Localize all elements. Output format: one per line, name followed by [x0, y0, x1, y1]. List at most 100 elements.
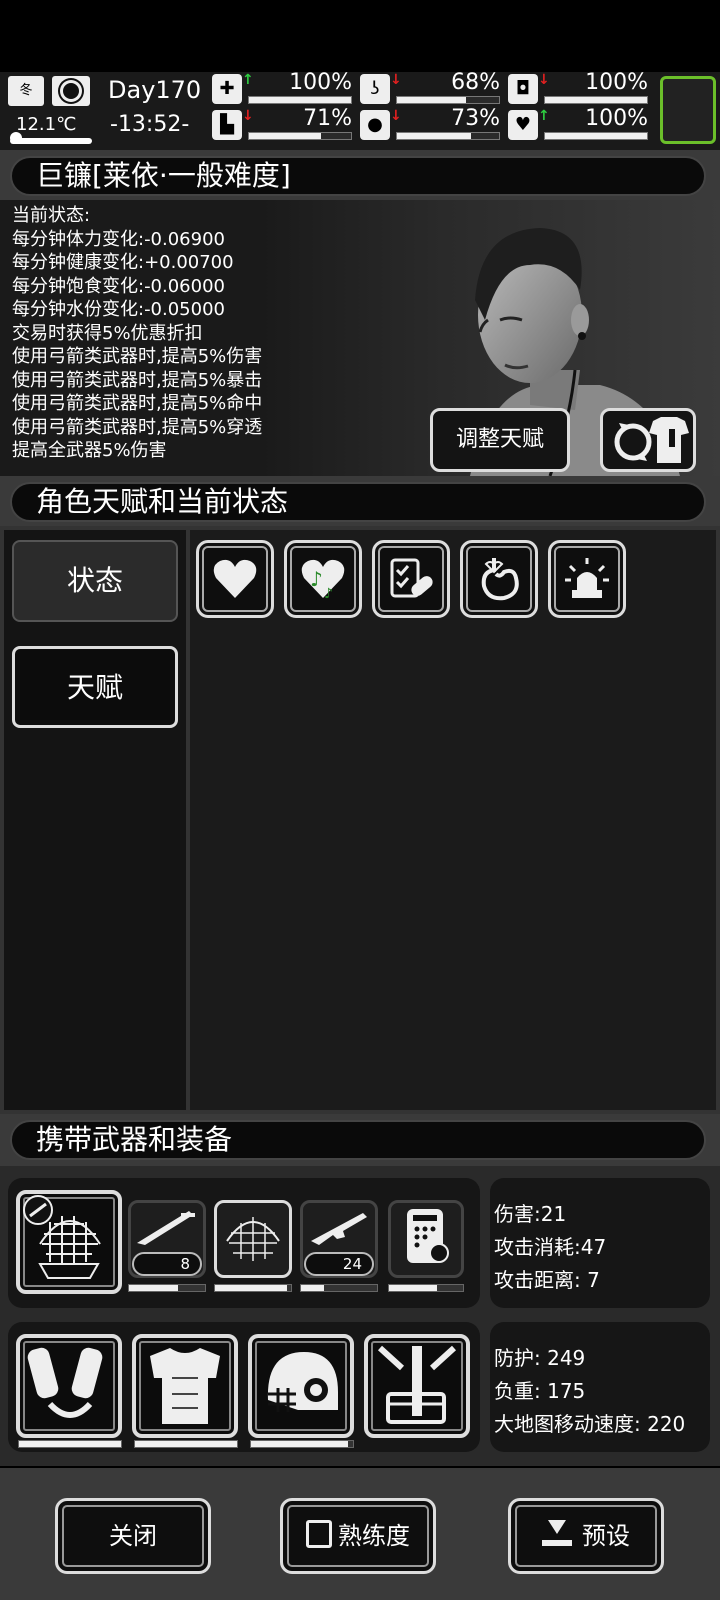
armor-stat-defense: 防护: 249	[494, 1346, 586, 1370]
proficiency-label: 熟练度	[338, 1522, 410, 1550]
rifle-durability-bar	[300, 1284, 378, 1292]
weather-box: 冬 12.1℃	[8, 76, 92, 144]
gadget-durability-bar	[388, 1284, 464, 1292]
preset-button[interactable]: 预设	[508, 1498, 664, 1574]
shotgun-durability-bar	[128, 1284, 206, 1292]
net-durability-bar	[214, 1284, 292, 1292]
badge-icon	[306, 1520, 332, 1548]
net-icon	[226, 1217, 280, 1261]
utility-slot[interactable]	[364, 1334, 470, 1438]
trend-down-icon: ↓	[390, 72, 402, 88]
change-outfit-button[interactable]	[600, 408, 696, 472]
rifle-ammo-count: 24	[304, 1252, 374, 1276]
tab-column: 状态 天赋	[4, 530, 186, 1110]
gadget-slot[interactable]	[388, 1200, 464, 1278]
armor-stats: 防护: 249 负重: 175 大地图移动速度: 220	[490, 1322, 710, 1452]
alert-status-button[interactable]	[548, 540, 626, 618]
trend-down-icon: ↓	[242, 108, 254, 124]
mood-status-button[interactable]: ♪ ♪	[284, 540, 362, 618]
assault-rifle-icon	[311, 1213, 367, 1245]
status-line: 每分钟水份变化:-0.05000	[12, 299, 225, 320]
equipment-title: 携带武器和装备	[10, 1120, 706, 1160]
character-status-list: 当前状态: 每分钟体力变化:-0.06900 每分钟健康变化:+0.00700 …	[12, 204, 262, 463]
digestion-status-button[interactable]	[460, 540, 538, 618]
proficiency-button[interactable]: 熟练度	[280, 1498, 436, 1574]
weapon-slot-net[interactable]	[214, 1200, 292, 1278]
tab-status[interactable]: 状态	[12, 540, 178, 622]
preset-label: 预设	[582, 1522, 630, 1550]
status-line: 每分钟体力变化:-0.06900	[12, 228, 225, 250]
quick-item-slot[interactable]	[660, 76, 716, 144]
health-value: 100%	[289, 70, 352, 95]
day-counter: Day170	[108, 76, 202, 104]
medicine-value: 100%	[585, 70, 648, 95]
mood-meter: ♥ ↑ 100%	[508, 106, 648, 142]
primary-weapon-slot[interactable]	[16, 1190, 122, 1294]
arm-guard-slot[interactable]	[16, 1334, 122, 1438]
season-icon: 冬	[8, 76, 44, 106]
medicine-status-button[interactable]	[372, 540, 450, 618]
stamina-meter: ▙ ↓ 71%	[212, 106, 352, 142]
hunger-value: 68%	[451, 70, 500, 95]
trend-up-icon: ↑	[242, 72, 254, 88]
footer-bar: 关闭 熟练度 预设	[0, 1468, 720, 1600]
status-line: 当前状态:	[12, 205, 91, 226]
status-panel: 状态 天赋 ♪ ♪	[0, 526, 720, 1114]
body-armor-icon	[150, 1348, 220, 1424]
net-launcher-icon	[23, 1195, 101, 1279]
outfit-swap-icon	[614, 417, 689, 463]
boot-icon: ▙	[212, 110, 242, 140]
tool-rack-icon	[377, 1345, 457, 1424]
system-status-bar-area	[0, 0, 720, 72]
pill-icon: ◘	[508, 74, 538, 104]
status-line: 使用弓箭类武器时,提高5%命中	[12, 393, 263, 414]
clipboard-pill-icon	[390, 558, 433, 598]
status-line: 使用弓箭类武器时,提高5%伤害	[12, 346, 263, 367]
weapon-slots: 8 24	[8, 1178, 480, 1308]
armor-slots	[8, 1322, 480, 1452]
water-meter: ● ↓ 73%	[360, 106, 500, 142]
temperature: 12.1℃	[16, 114, 77, 135]
weapon-stat-cost: 攻击消耗:47	[494, 1235, 607, 1259]
armor-stat-load: 负重: 175	[494, 1379, 586, 1403]
remote-control-icon	[407, 1209, 449, 1263]
shotgun-icon	[137, 1211, 195, 1245]
hunger-meter: ʖ ↓ 68%	[360, 70, 500, 106]
download-box-icon	[542, 1520, 572, 1546]
heart-icon: ♥	[508, 110, 538, 140]
stamina-value: 71%	[303, 106, 352, 131]
survival-hud: 冬 12.1℃ Day170 -13:52- ✚ ↑ 100% ʖ ↓ 68% …	[0, 70, 720, 150]
status-effects-area: ♪ ♪	[190, 530, 716, 1110]
svg-text:♪: ♪	[324, 586, 333, 602]
close-button[interactable]: 关闭	[55, 1498, 211, 1574]
body-armor-slot[interactable]	[132, 1334, 238, 1438]
heart-icon	[213, 559, 257, 598]
status-line: 交易时获得5%优惠折扣	[12, 322, 203, 344]
adjust-talent-button[interactable]: 调整天赋	[430, 408, 570, 472]
status-line: 每分钟饱食变化:-0.06000	[12, 275, 225, 297]
status-line: 提高全武器5%伤害	[12, 440, 167, 461]
music-heart-icon: ♪ ♪	[301, 559, 345, 602]
equipment-panel: 8 24 伤害:21 攻击消耗:47 攻击距离: 7 防护: 249 负重: 1…	[0, 1166, 720, 1466]
tab-talent[interactable]: 天赋	[12, 646, 178, 728]
status-section-title: 角色天赋和当前状态	[10, 482, 706, 522]
water-drop-icon: ●	[360, 110, 390, 140]
helmet-slot[interactable]	[248, 1334, 354, 1438]
medicine-meter: ◘ ↓ 100%	[508, 70, 648, 106]
temperature-bar	[10, 132, 92, 144]
gauntlet-icon	[27, 1347, 103, 1418]
armor-stat-speed: 大地图移动速度: 220	[494, 1412, 686, 1436]
health-status-button[interactable]	[196, 540, 274, 618]
shotgun-ammo-count: 8	[132, 1252, 202, 1276]
stomach-icon	[481, 558, 519, 601]
trend-down-icon: ↓	[390, 108, 402, 124]
status-line: 每分钟健康变化:+0.00700	[12, 252, 234, 273]
siren-icon	[565, 558, 609, 598]
close-label: 关闭	[109, 1522, 157, 1550]
mood-value: 100%	[585, 106, 648, 131]
weapon-stat-damage: 伤害:21	[494, 1202, 567, 1226]
water-value: 73%	[451, 106, 500, 131]
character-title: 巨镰[莱依·一般难度]	[10, 156, 706, 196]
health-meter: ✚ ↑ 100%	[212, 70, 352, 106]
stomach-icon: ʖ	[360, 74, 390, 104]
